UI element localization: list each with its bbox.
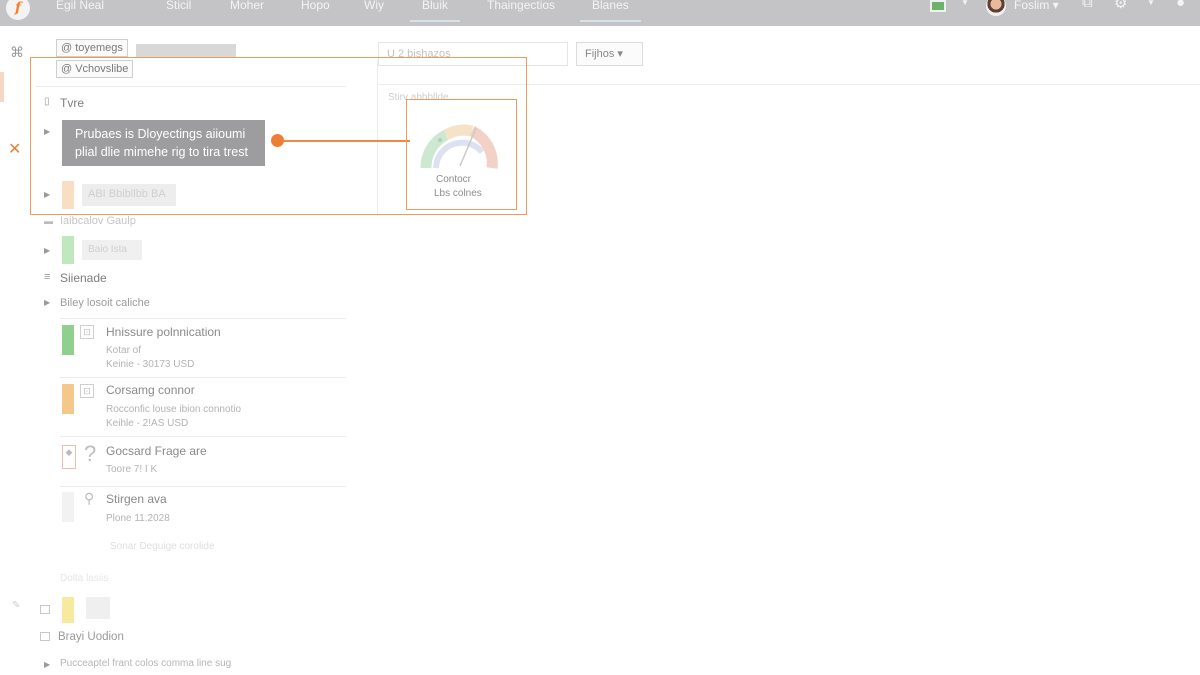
list-item-sub: Keinie - 30173 USD (106, 359, 195, 370)
section-label: Siienade (60, 271, 107, 285)
nav-item-blanes[interactable]: Blanes (580, 0, 641, 22)
color-swatch (62, 492, 74, 522)
close-icon[interactable]: ✕ (8, 139, 21, 159)
list-item-sub: Keihle - 2!AS USD (106, 418, 189, 429)
gauge-label: Lbs colnes (434, 188, 482, 199)
expand-caret-icon[interactable]: ▶ (44, 660, 50, 669)
expand-caret-icon[interactable]: ▶ (44, 298, 50, 307)
divider (60, 318, 346, 319)
chevron-down-icon[interactable]: ▼ (961, 0, 969, 7)
share-icon[interactable]: ⧉ (1082, 0, 1093, 11)
question-icon[interactable]: ● (1176, 0, 1185, 11)
list-icon: ≡ (44, 271, 51, 283)
tree-row[interactable]: Iaibcalov Gaulp (60, 215, 136, 227)
gauge-label: Contocr (436, 174, 472, 185)
color-swatch (62, 597, 74, 623)
folder-icon (40, 605, 50, 614)
nav-item-moher[interactable]: Moher (230, 0, 264, 20)
list-item-title[interactable]: Corsamg connor (106, 383, 195, 397)
tree-row[interactable]: Biley losoit caliche (60, 297, 150, 309)
tree-row[interactable]: Pucceaptel frant colos comma line sug (60, 658, 231, 669)
avatar-icon[interactable] (986, 0, 1006, 16)
color-swatch (62, 384, 74, 414)
image-icon: ⊡ (80, 325, 94, 339)
image-icon: ⊡ (80, 384, 94, 398)
color-swatch (62, 325, 74, 355)
tag-chip[interactable]: @ toyemegs (56, 39, 128, 57)
gauge-widget[interactable]: Contocr Lbs colnes (410, 104, 515, 208)
nav-item-sticil[interactable]: Sticil (166, 0, 191, 20)
list-item-sub: Kotar of (106, 345, 142, 356)
edit-icon[interactable]: ✎ (12, 600, 20, 611)
rail-active-indicator (0, 72, 4, 102)
folder-icon (86, 597, 110, 619)
color-swatch (62, 236, 74, 264)
list-item-sub: Toore 7! I K (106, 464, 158, 475)
divider (60, 436, 346, 437)
list-item-title[interactable]: Hnissure polnnication (106, 325, 221, 339)
list-item-title[interactable]: Gocsard Frage are (106, 444, 207, 458)
document-icon: ◆ (62, 445, 76, 469)
top-navigation-bar: f Egil Neal Sticil Moher Hopo Wiy Bluik … (0, 0, 1200, 26)
glass-icon: ⚲ (84, 490, 95, 506)
divider (60, 377, 346, 378)
nav-item-wiy[interactable]: Wiy (364, 0, 384, 20)
divider (60, 486, 346, 487)
list-item-sub: Plone 11.2028 (106, 513, 170, 524)
ghost-row: Sonar Deguige corolide (110, 541, 215, 552)
ghost-row: Dolta lasiis (60, 573, 109, 584)
nav-item-bluik[interactable]: Bluik (410, 0, 461, 22)
tree-row-label: Baio Ista (88, 244, 127, 255)
list-item-title[interactable]: Stirgen ava (106, 492, 167, 506)
settings-icon[interactable]: ⚙ (1114, 0, 1127, 12)
link-icon[interactable]: ⌘ (10, 44, 24, 61)
filter-select[interactable]: Fijhos ▾ (576, 42, 643, 66)
calendar-icon (40, 632, 50, 641)
chevron-down-icon[interactable]: ▼ (1147, 0, 1155, 7)
user-menu[interactable]: Foslim ▾ (1014, 0, 1059, 12)
nav-item-hopo[interactable]: Hopo (301, 0, 330, 20)
question-icon: ? (84, 441, 97, 466)
expand-caret-icon[interactable]: ▶ (44, 246, 50, 255)
list-item-sub: Rocconfic louse ibion connotio (106, 404, 242, 415)
chart-icon[interactable] (930, 0, 946, 12)
app-logo[interactable]: f (6, 0, 30, 20)
nav-item-egil-neal[interactable]: Egil Neal (56, 0, 104, 20)
section-label: Brayi Uodion (58, 631, 124, 643)
blurred-button[interactable] (136, 44, 236, 58)
folder-icon: ▬ (44, 216, 53, 226)
nav-item-thaingectios[interactable]: Thaingectios (487, 0, 555, 20)
